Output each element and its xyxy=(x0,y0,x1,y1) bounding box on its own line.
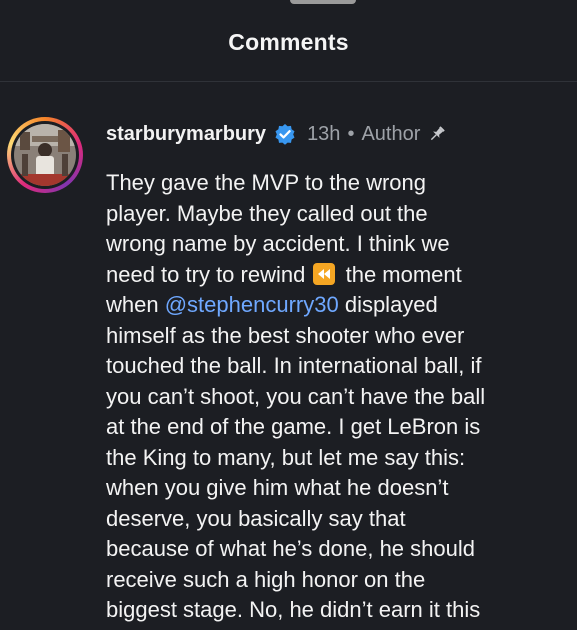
comment-line: the King to many, but let me say this: xyxy=(106,444,466,470)
profile-photo-icon xyxy=(14,124,76,186)
author-label: Author xyxy=(361,122,421,145)
comment-line: touched the ball. In international ball,… xyxy=(106,353,482,378)
comment-line: when you give him what he doesn’t xyxy=(106,475,449,500)
meta-separator: • xyxy=(347,122,355,145)
pin-icon xyxy=(427,124,447,144)
comment-text-segment: need to try to rewind xyxy=(106,261,306,287)
avatar[interactable] xyxy=(7,117,83,193)
comment-line: when @stephencurry30 displayed xyxy=(106,290,566,321)
drag-handle[interactable] xyxy=(290,0,356,4)
sheet-title: Comments xyxy=(228,29,349,55)
mention-link[interactable]: @stephencurry30 xyxy=(165,292,339,317)
comment-line: wrong name by accident. I think we xyxy=(106,231,450,256)
comment-line: at the end of the game. I get LeBron is xyxy=(106,414,481,439)
comment-line: deserve, you basically say that xyxy=(106,505,406,531)
timestamp: 13h xyxy=(307,122,341,145)
comment-line: you can’t shoot, you can’t have the ball xyxy=(106,383,486,409)
username[interactable]: starburymarbury xyxy=(106,123,266,146)
comment-meta: starburymarbury 13h • Author xyxy=(106,119,447,149)
comment-line: biggest stage. No, he didn’t earn it thi… xyxy=(106,597,481,622)
comment-line: player. Maybe they called out the xyxy=(106,200,428,226)
comment-text: They gave the MVP to the wrong player. M… xyxy=(106,168,566,626)
comment-text-segment: the moment xyxy=(345,261,462,287)
comment-text-segment: displayed xyxy=(344,292,438,317)
comment-line: need to try to rewind the moment xyxy=(106,260,566,291)
comment-line: receive such a high honor on the xyxy=(106,566,426,592)
header-divider xyxy=(0,81,577,82)
comment-line: because of what he’s done, he should xyxy=(106,536,475,561)
avatar-ring-gap xyxy=(11,121,79,189)
comment-line: himself as the best shooter who ever xyxy=(106,322,465,348)
verified-badge-icon xyxy=(274,123,296,145)
comment-text-segment: when xyxy=(106,292,159,317)
comment-line: They gave the MVP to the wrong xyxy=(106,170,426,195)
comments-sheet: Comments starburymarbury 13h • Author Th… xyxy=(0,0,577,630)
rewind-emoji-icon xyxy=(313,262,336,285)
